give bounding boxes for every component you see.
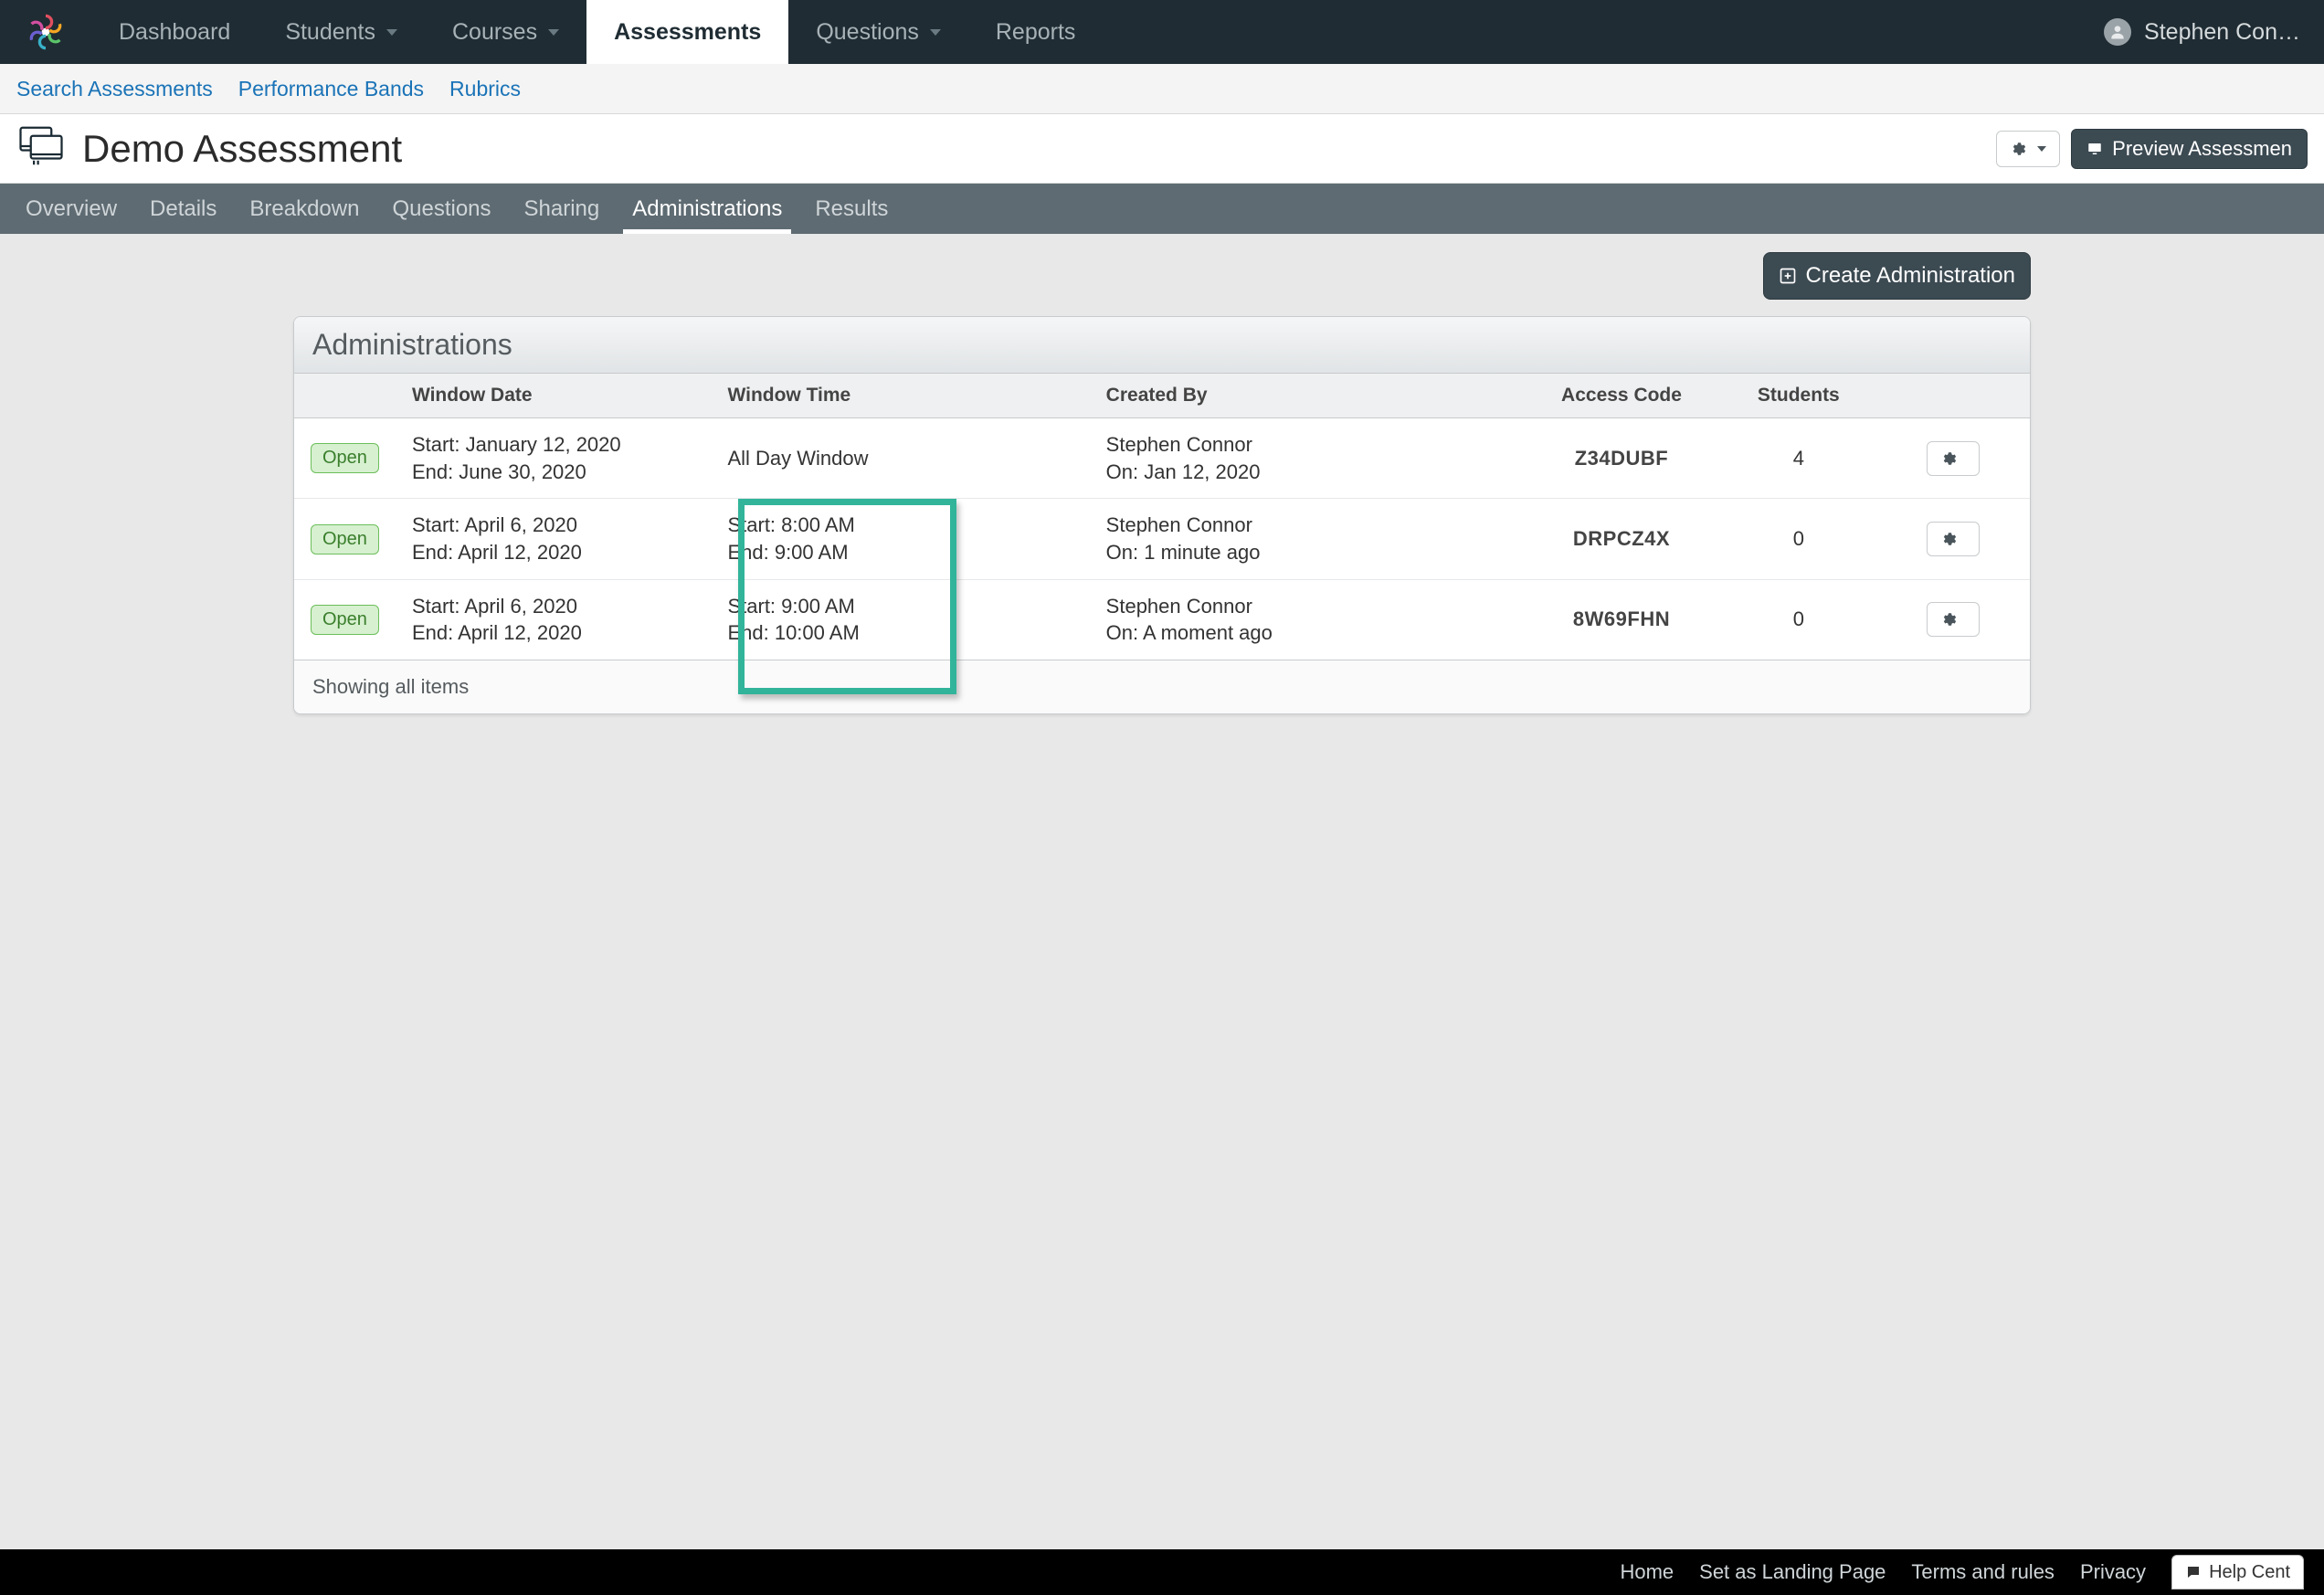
cell-created-by: Stephen ConnorOn: A moment ago [1090,579,1522,660]
nav-assessments[interactable]: Assessments [586,0,788,64]
cell-created-by: Stephen ConnorOn: 1 minute ago [1090,499,1522,579]
tab-questions[interactable]: Questions [375,184,507,234]
help-center-button[interactable]: Help Cent [2171,1555,2304,1590]
col-access-code[interactable]: Access Code [1522,374,1722,418]
col-created-by[interactable]: Created By [1090,374,1522,418]
nav-label: Questions [816,19,919,46]
col-students[interactable]: Students [1721,374,1875,418]
cell-window-time: Start: 8:00 AMEnd: 9:00 AM [711,499,1089,579]
monitor-icon [2086,141,2103,157]
chevron-down-icon [548,29,559,36]
status-badge: Open [311,605,379,635]
chevron-down-icon [386,29,397,36]
nav-questions[interactable]: Questions [788,0,968,64]
nav-courses[interactable]: Courses [425,0,586,64]
nav-label: Assessments [614,19,761,46]
cell-students: 4 [1721,418,1875,499]
cell-window-time: All Day Window [711,418,1089,499]
panel-footer: Showing all items [294,660,2030,713]
page-title: Demo Assessment [82,127,402,171]
gear-icon [1940,611,1957,628]
cell-window-time: Start: 9:00 AMEnd: 10:00 AM [711,579,1089,660]
subnav-search-assessments[interactable]: Search Assessments [16,77,213,101]
table-row: Open Start: April 6, 2020End: April 12, 2… [294,579,2030,660]
preview-assessment-label: Preview Assessmen [2112,137,2292,161]
nav-label: Dashboard [119,19,230,46]
table-row: Open Start: January 12, 2020End: June 30,… [294,418,2030,499]
assessment-icon [16,121,66,175]
cell-access-code: DRPCZ4X [1522,499,1722,579]
administrations-panel: Administrations Window Date Window Time … [293,316,2031,714]
avatar-icon [2104,18,2131,46]
preview-assessment-button[interactable]: Preview Assessmen [2071,129,2308,169]
gear-icon [1940,531,1957,547]
speech-bubble-icon [2185,1564,2202,1580]
chevron-down-icon [2037,146,2046,152]
nav-label: Students [285,19,375,46]
nav-label: Courses [452,19,537,46]
nav-label: Reports [996,19,1076,46]
nav-dashboard[interactable]: Dashboard [91,0,258,64]
nav-reports[interactable]: Reports [968,0,1104,64]
footer-link-home[interactable]: Home [1620,1560,1674,1584]
gear-icon [1940,450,1957,467]
col-actions [1875,374,2030,418]
table-row: Open Start: April 6, 2020End: April 12, 2… [294,499,2030,579]
sub-navbar: Search Assessments Performance Bands Rubri… [0,64,2324,114]
panel-title: Administrations [294,317,2030,374]
create-administration-button[interactable]: Create Administration [1763,252,2031,300]
status-badge: Open [311,524,379,555]
tab-details[interactable]: Details [133,184,233,234]
top-navbar: Dashboard Students Courses Assessments Quest… [0,0,2324,64]
help-center-label: Help Cent [2209,1562,2290,1583]
cell-access-code: 8W69FHN [1522,579,1722,660]
tab-administrations[interactable]: Administrations [616,184,798,234]
col-window-time[interactable]: Window Time [711,374,1089,418]
page-header: Demo Assessment Preview Assessmen [0,114,2324,184]
cell-window-date: Start: January 12, 2020End: June 30, 202… [396,418,712,499]
plus-square-icon [1779,267,1797,285]
row-actions-button[interactable] [1927,522,1980,556]
page-footer: Home Set as Landing Page Terms and rules Pr… [0,1549,2324,1595]
user-name: Stephen Con… [2144,19,2300,46]
col-window-date[interactable]: Window Date [396,374,712,418]
page-settings-button[interactable] [1996,131,2060,167]
cell-students: 0 [1721,499,1875,579]
gear-icon [2010,141,2026,157]
cell-window-date: Start: April 6, 2020End: April 12, 2020 [396,499,712,579]
tab-breakdown[interactable]: Breakdown [233,184,375,234]
administrations-table: Window Date Window Time Created By Acces… [294,374,2030,660]
create-administration-label: Create Administration [1806,263,2015,289]
subnav-performance-bands[interactable]: Performance Bands [238,77,424,101]
row-actions-button[interactable] [1927,441,1980,476]
tab-sharing[interactable]: Sharing [508,184,617,234]
cell-students: 0 [1721,579,1875,660]
cell-created-by: Stephen ConnorOn: Jan 12, 2020 [1090,418,1522,499]
nav-students[interactable]: Students [258,0,425,64]
cell-access-code: Z34DUBF [1522,418,1722,499]
footer-link-terms-and-rules[interactable]: Terms and rules [1911,1560,2055,1584]
status-badge: Open [311,443,379,473]
col-status [294,374,396,418]
tab-overview[interactable]: Overview [9,184,133,234]
footer-link-privacy[interactable]: Privacy [2080,1560,2146,1584]
brand-logo[interactable] [0,0,91,64]
footer-link-set-as-landing-page[interactable]: Set as Landing Page [1699,1560,1886,1584]
tab-results[interactable]: Results [798,184,904,234]
user-menu[interactable]: Stephen Con… [2080,0,2324,64]
cell-window-date: Start: April 6, 2020End: April 12, 2020 [396,579,712,660]
subnav-rubrics[interactable]: Rubrics [449,77,521,101]
row-actions-button[interactable] [1927,602,1980,637]
chevron-down-icon [930,29,941,36]
tab-bar: OverviewDetailsBreakdownQuestionsSharing… [0,184,2324,234]
